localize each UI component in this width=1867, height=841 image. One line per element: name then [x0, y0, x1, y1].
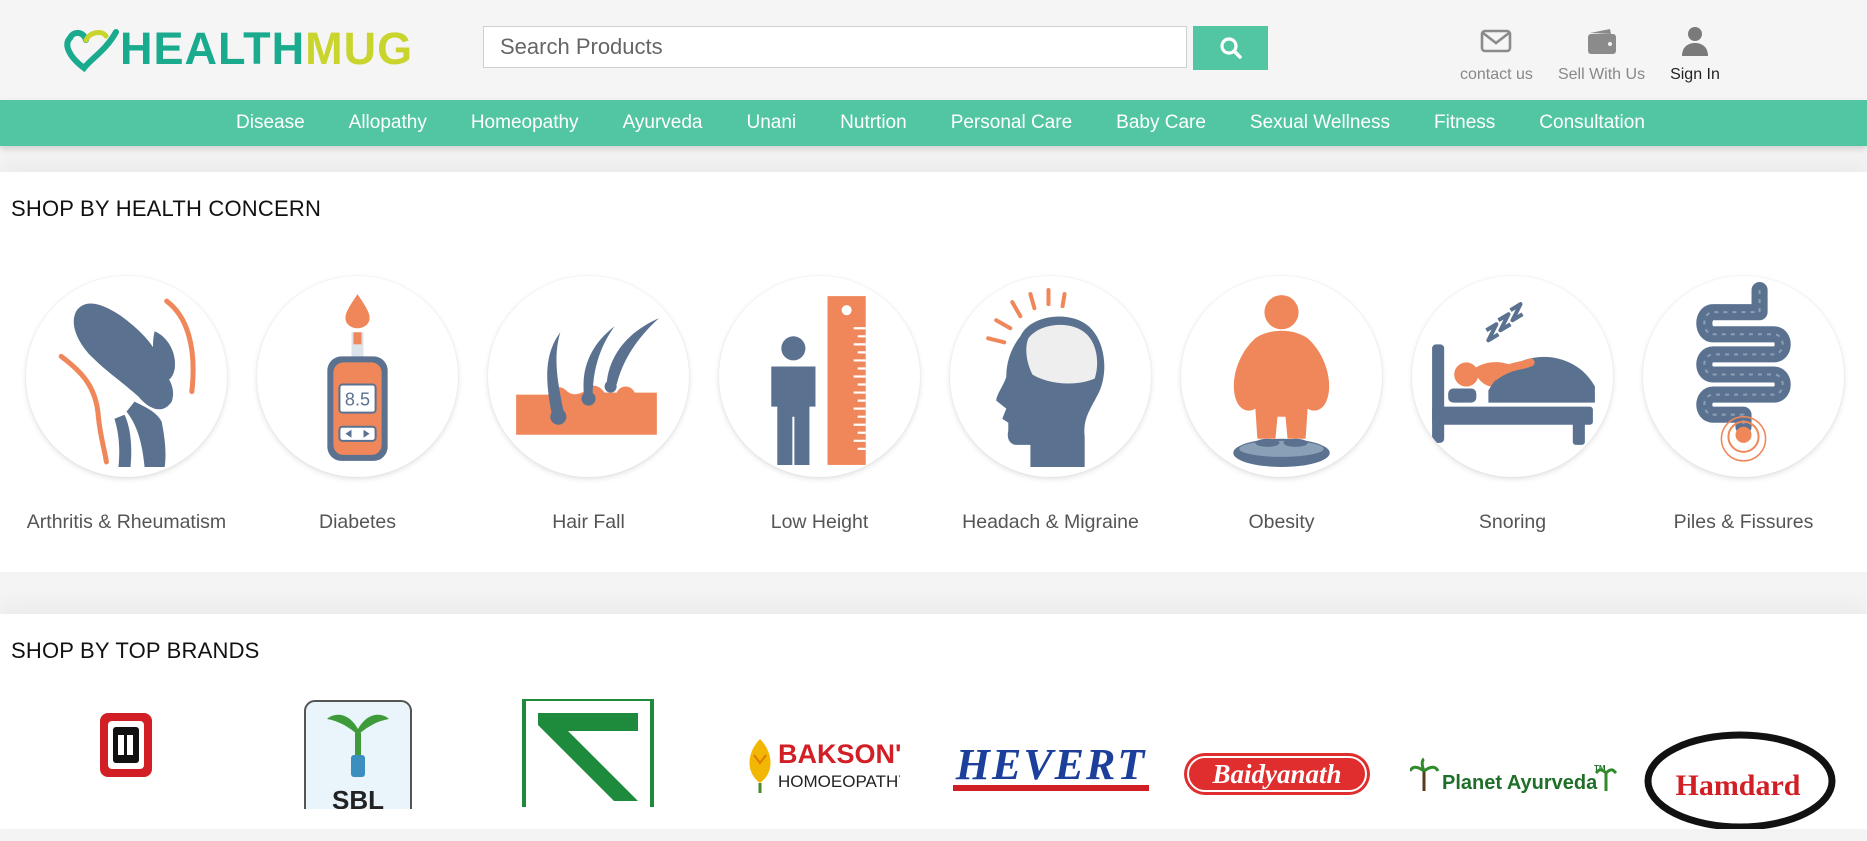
baidyanath-logo: Baidyanath	[1184, 753, 1370, 795]
concern-headache[interactable]: Headach & Migraine	[950, 276, 1151, 534]
glucometer-icon: 8.5	[257, 276, 458, 477]
healthmug-logo[interactable]: HEALTHMUG	[62, 24, 413, 72]
svg-text:8.5: 8.5	[345, 390, 370, 410]
concern-label: Arthritis & Rheumatism	[26, 511, 227, 533]
brand-planet-ayurveda[interactable]: Planet Ayurveda TM	[1408, 757, 1620, 802]
height-ruler-icon	[719, 276, 920, 477]
top-links: contact us Sell With Us Sign In	[1460, 24, 1745, 84]
concern-label: Low Height	[770, 511, 869, 533]
concern-label: Piles & Fissures	[1673, 511, 1814, 533]
nav-item-consultation[interactable]: Consultation	[1539, 112, 1645, 134]
planet-ayurveda-name: Planet Ayurveda	[1442, 772, 1598, 794]
concern-hair-fall[interactable]: Hair Fall	[488, 276, 689, 534]
search-input[interactable]	[483, 26, 1187, 68]
brand-red-box[interactable]	[96, 711, 156, 786]
header: HEALTHMUG contact us Sell With Us	[0, 0, 1867, 100]
logo-text: HEALTHMUG	[120, 26, 413, 71]
hamdard-logo: Hamdard	[1644, 731, 1836, 829]
nav-item-unani[interactable]: Unani	[747, 112, 797, 134]
sbl-logo: SBL	[304, 700, 412, 822]
concern-snoring[interactable]: Snoring	[1412, 276, 1613, 534]
top-brands-section: SHOP BY TOP BRANDS SBL BAKSON HOMOEOPATH…	[0, 614, 1867, 829]
red-box-brand-logo	[100, 713, 152, 777]
health-concern-title: SHOP BY HEALTH CONCERN	[11, 196, 322, 221]
health-concern-list: Arthritis & Rheumatism 8.5 Diabetes Hair…	[0, 222, 1867, 572]
concern-label: Diabetes	[319, 511, 396, 533]
nav-item-ayurveda[interactable]: Ayurveda	[623, 112, 703, 134]
hevert-name: HEVERT	[955, 740, 1147, 789]
top-brands-title: SHOP BY TOP BRANDS	[11, 638, 260, 663]
main-nav: Disease Allopathy Homeopathy Ayurveda Un…	[0, 100, 1867, 146]
hamdard-name: Hamdard	[1675, 769, 1800, 802]
nav-item-sexual-wellness[interactable]: Sexual Wellness	[1250, 112, 1390, 134]
brand-baidyanath[interactable]: Baidyanath	[1182, 747, 1382, 808]
heart-logo-icon	[64, 29, 119, 72]
concern-diabetes[interactable]: 8.5 Diabetes	[257, 276, 458, 534]
user-icon	[1680, 24, 1710, 58]
hair-follicle-icon	[488, 276, 689, 477]
hevert-logo: HEVERT	[953, 740, 1149, 791]
brand-hamdard[interactable]: Hamdard	[1640, 719, 1840, 829]
headache-icon	[950, 276, 1151, 477]
nav-item-fitness[interactable]: Fitness	[1434, 112, 1495, 134]
concern-arthritis[interactable]: Arthritis & Rheumatism	[26, 276, 227, 534]
nav-item-nutrition[interactable]: Nutrtion	[840, 112, 907, 134]
concern-obesity[interactable]: Obesity	[1181, 276, 1382, 534]
knee-joint-icon	[26, 276, 227, 477]
baksons-logo: BAKSON'S HOMOEOPATHY	[749, 739, 919, 793]
health-concern-section: SHOP BY HEALTH CONCERN Arthritis & Rheum…	[0, 172, 1867, 572]
concern-piles[interactable]: Piles & Fissures	[1643, 276, 1844, 534]
concern-label: Snoring	[1478, 511, 1547, 533]
obesity-scale-icon	[1181, 276, 1382, 477]
sell-with-us-link[interactable]: Sell With Us	[1558, 24, 1645, 84]
brand-hevert[interactable]: HEVERT	[951, 739, 1151, 800]
intestine-icon	[1643, 276, 1844, 477]
nav-item-allopathy[interactable]: Allopathy	[349, 112, 427, 134]
nav-item-baby-care[interactable]: Baby Care	[1116, 112, 1206, 134]
logo-health-text: HEALTH	[120, 22, 306, 74]
baksons-name: BAKSON'S	[778, 739, 900, 769]
contact-us-link[interactable]: contact us	[1460, 24, 1533, 84]
contact-us-label: contact us	[1460, 66, 1533, 83]
search-icon	[1219, 37, 1242, 59]
nav-item-disease[interactable]: Disease	[236, 112, 305, 134]
snoring-bed-icon	[1412, 276, 1613, 477]
baksons-sub: HOMOEOPATHY	[778, 772, 900, 791]
search-bar	[483, 26, 1268, 70]
green-s-brand-logo	[522, 699, 654, 829]
brand-green-s[interactable]	[522, 699, 654, 829]
concern-label: Obesity	[1248, 511, 1315, 533]
baidyanath-name: Baidyanath	[1211, 759, 1341, 789]
brand-baksons[interactable]: BAKSON'S HOMOEOPATHY	[740, 735, 919, 800]
concern-label: Headach & Migraine	[962, 511, 1139, 533]
envelope-icon	[1480, 24, 1512, 58]
sign-in-link[interactable]: Sign In	[1670, 24, 1720, 84]
nav-item-homeopathy[interactable]: Homeopathy	[471, 112, 579, 134]
sbl-name: SBL	[332, 785, 384, 809]
brand-list: SBL BAKSON'S HOMOEOPATHY HEVERT	[0, 699, 1867, 829]
concern-label: Hair Fall	[552, 511, 625, 533]
logo-mug-text: MUG	[305, 22, 414, 74]
sell-with-us-label: Sell With Us	[1557, 66, 1646, 83]
planet-ayurveda-logo: Planet Ayurveda TM	[1408, 757, 1618, 794]
nav-item-personal-care[interactable]: Personal Care	[951, 112, 1072, 134]
brand-sbl[interactable]: SBL	[303, 699, 413, 822]
concern-low-height[interactable]: Low Height	[719, 276, 920, 534]
sign-in-label: Sign In	[1670, 66, 1720, 83]
wallet-icon	[1586, 24, 1618, 58]
search-button[interactable]	[1193, 26, 1268, 70]
